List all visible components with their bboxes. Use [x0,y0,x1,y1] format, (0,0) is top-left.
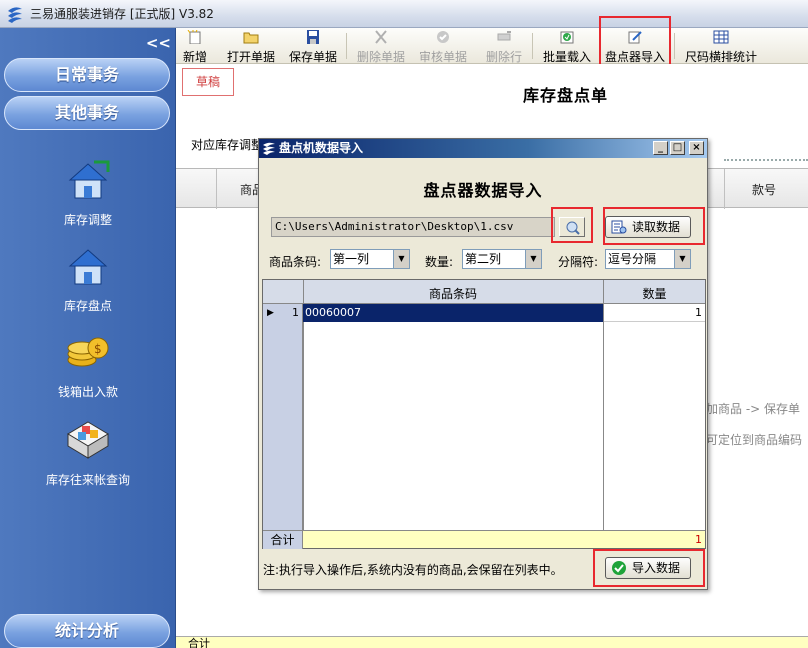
sidebar-item-label: 库存往来帐查询 [45,473,130,487]
hint-text: 可定位到商品编码 [706,433,803,447]
status-badge: 草稿 [182,68,234,96]
column-header-barcode[interactable]: 商品条码 [303,285,603,302]
separator-label: 分隔符: [558,255,599,269]
window-title: 三易通服装进销存 [正式版] V3.82 [30,7,214,21]
sidebar-item-cashbox[interactable]: $ 钱箱出入款 [0,330,176,400]
import-data-table: 商品条码 数量 ▶ 1 00060007 1 合计 1 [262,279,706,549]
delete-row-icon [497,31,511,41]
row-header-column [263,304,303,532]
floppy-disk-icon [307,30,319,44]
toolbar-separator [532,33,533,59]
table-row-quantity-cell[interactable]: 1 [604,304,705,322]
main-toolbar: 新增 打开单据 保存单据 删除单据 审核单据 删除行 批量载入 盘点器导入 尺码… [176,28,808,64]
sidebar-item-label: 库存盘点 [63,299,112,313]
sidebar-item-label: 库存调整 [63,213,112,227]
quantity-column-select[interactable]: 第二列 ▼ [462,249,542,269]
highlight-read-data [603,207,705,245]
approve-check-icon [437,31,449,43]
delete-row-button[interactable]: 删除行 [483,30,525,64]
save-document-button[interactable]: 保存单据 [287,30,339,64]
quantity-column-label: 数量: [425,255,454,269]
delete-x-icon [375,30,387,44]
file-path-field[interactable]: C:\Users\Administrator\Desktop\1.csv [271,217,555,237]
new-button[interactable]: 新增 [181,29,209,64]
sidebar-section-daily[interactable]: 日常事务 [4,58,170,92]
folder-open-icon [243,32,259,44]
barcode-column-select[interactable]: 第一列 ▼ [330,249,410,269]
barcode-column-label: 商品条码: [269,255,322,269]
import-note: 注:执行导入操作后,系统内没有的商品,会保留在列表中。 [263,563,563,577]
boxes-icon [67,421,109,459]
collapse-sidebar-button[interactable]: << [146,34,171,52]
dialog-heading: 盘点器数据导入 [423,181,543,200]
total-quantity: 1 [695,533,702,546]
column-header-quantity[interactable]: 数量 [604,285,705,302]
minimize-button[interactable]: _ [653,141,668,155]
approve-document-button[interactable]: 审核单据 [417,30,469,64]
chevron-down-icon: ▼ [393,250,409,268]
row-pointer-icon: ▶ [267,308,274,318]
sidebar-item-label: 钱箱出入款 [57,385,118,399]
delete-document-button[interactable]: 删除单据 [355,30,407,64]
house-icon [68,249,108,285]
open-document-button[interactable]: 打开单据 [225,30,277,64]
adjust-label: 对应库存调整 [191,138,264,152]
sidebar-item-stock-ledger[interactable]: 库存往来帐查询 [0,418,176,488]
table-total-row: 合计 1 [263,530,705,549]
stocktake-import-dialog: 盘点机数据导入 _ □ × 盘点器数据导入 C:\Users\Administr… [258,138,708,590]
dialog-title: 盘点机数据导入 [279,141,364,155]
close-button[interactable]: × [689,141,704,155]
chevron-down-icon: ▼ [525,250,541,268]
toolbar-separator [346,33,347,59]
table-row-indicator[interactable]: ▶ 1 [263,304,303,322]
sidebar-item-stocktake[interactable]: 库存盘点 [0,244,176,314]
highlight-import-data [593,549,705,587]
hint-text: 加商品 -> 保存单 [706,402,801,416]
dialog-titlebar: 盘点机数据导入 _ □ × [259,139,707,158]
new-doc-icon [187,29,201,45]
coins-icon: $ [67,337,109,367]
batch-load-button[interactable]: 批量载入 [541,30,593,64]
sidebar: << 日常事务 其他事务 库存调整 库存盘点 $ 钱箱出入款 库存往来帐查询 统… [0,28,176,648]
document-footer-total: 合计 [176,636,808,648]
size-horizontal-stats-button[interactable]: 尺码横排统计 [683,30,759,64]
dotted-field[interactable] [724,159,808,161]
column-header-style-no[interactable]: 款号 [752,181,776,198]
separator-select[interactable]: 逗号分隔 ▼ [605,249,691,269]
table-header: 商品条码 数量 [263,280,705,304]
batch-load-icon [560,31,574,44]
sidebar-section-statistics[interactable]: 统计分析 [4,614,170,648]
chevron-down-icon: ▼ [674,250,690,268]
house-arrow-icon [68,160,110,199]
grid-table-icon [713,30,729,44]
sidebar-item-stock-adjust[interactable]: 库存调整 [0,158,176,228]
table-row-barcode-cell[interactable]: 00060007 [303,304,603,322]
app-logo-icon [8,6,22,23]
app-logo-icon [263,142,275,155]
page-title: 库存盘点单 [523,86,609,105]
svg-text:$: $ [94,342,102,356]
sidebar-section-other[interactable]: 其他事务 [4,96,170,130]
column-divider [724,169,725,209]
maximize-button[interactable]: □ [670,141,685,155]
highlight-browse [551,207,593,243]
window-titlebar: 三易通服装进销存 [正式版] V3.82 [0,0,808,28]
column-divider [216,169,217,209]
toolbar-separator [674,33,675,59]
